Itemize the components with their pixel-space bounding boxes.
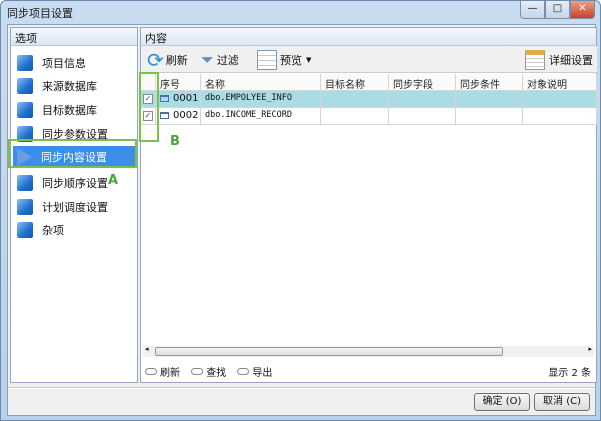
row-number: 0002: [173, 110, 199, 121]
options-panel: 选项 项目信息 来源数据库 目标数据库 同步参数设置 同步内容设置 同步顺序设置 计划调度设…: [10, 27, 138, 383]
option-label: 杂项: [42, 224, 64, 237]
row-cell: [523, 91, 597, 108]
option-item[interactable]: 同步顺序设置: [17, 172, 137, 194]
row-cell: [321, 108, 389, 125]
row-number-cell: 0001: [156, 91, 201, 108]
option-item[interactable]: 杂项: [17, 219, 137, 241]
scroll-right-icon[interactable]: ▸: [588, 345, 592, 353]
options-header: 选项: [11, 28, 137, 46]
annotation-label-a: A: [108, 173, 119, 188]
close-button[interactable]: ✕: [570, 1, 595, 19]
refresh-icon: ⟳: [147, 48, 164, 72]
annotation-box-a: [8, 139, 137, 168]
option-label: 来源数据库: [42, 80, 97, 93]
option-item[interactable]: 来源数据库: [17, 75, 137, 97]
option-item[interactable]: 计划调度设置: [17, 196, 137, 218]
annotation-label-b: B: [170, 134, 180, 149]
column-header: 同步字段: [389, 74, 456, 91]
content-panel: 内容 ⟳ 刷新 ⏷ 过滤 预览 ▼ 详细设置 序号 名称 目标名称 同步字段 同步条件对…: [140, 27, 597, 383]
detail-settings-icon: [525, 50, 545, 70]
filter-button[interactable]: ⏷ 过滤: [201, 49, 239, 71]
column-header: 对象说明: [523, 74, 597, 91]
footer-refresh-link[interactable]: 刷新: [145, 364, 180, 379]
dialog-window: 同步项目设置 — □ ✕ 选项 项目信息 来源数据库 目标数据库 同步参数设置 同步内容…: [0, 0, 601, 421]
row-cell: [523, 108, 597, 125]
row-name: dbo.INCOME_RECORD: [201, 108, 321, 125]
option-item[interactable]: 目标数据库: [17, 99, 137, 121]
option-item[interactable]: 项目信息: [17, 52, 137, 74]
column-header: 目标名称: [321, 74, 389, 91]
dialog-body: 选项 项目信息 来源数据库 目标数据库 同步参数设置 同步内容设置 同步顺序设置 计划调度设…: [7, 24, 597, 416]
preview-button[interactable]: 预览 ▼: [257, 49, 311, 71]
preview-icon: [257, 50, 277, 70]
option-label: 项目信息: [42, 57, 86, 70]
cancel-button[interactable]: 取消 (C): [534, 393, 590, 411]
row-cell: [389, 91, 456, 108]
window-title: 同步项目设置: [7, 7, 73, 20]
option-icon: [17, 102, 33, 118]
option-label: 计划调度设置: [42, 201, 108, 214]
scrollbar-thumb[interactable]: [155, 347, 503, 356]
column-header: 名称: [201, 74, 321, 91]
minimize-button[interactable]: —: [520, 1, 545, 19]
toolbar: ⟳ 刷新 ⏷ 过滤 预览 ▼ 详细设置: [141, 46, 597, 73]
option-label: 同步顺序设置: [42, 177, 108, 190]
table-icon: [160, 111, 169, 119]
content-footer: 刷新 查找 导出 显示 2 条: [145, 364, 593, 379]
row-cell: [456, 91, 523, 108]
divider: [8, 387, 595, 389]
option-label: 目标数据库: [42, 104, 97, 117]
filter-icon: ⏷: [201, 50, 214, 69]
dropdown-arrow-icon: ▼: [306, 56, 312, 64]
row-number: 0001: [173, 93, 199, 104]
ok-button[interactable]: 确定 (O): [474, 393, 530, 411]
option-icon: [17, 55, 33, 71]
footer-find-link[interactable]: 查找: [191, 364, 226, 379]
refresh-button[interactable]: ⟳ 刷新: [147, 48, 188, 72]
record-count: 显示 2 条: [548, 368, 591, 379]
row-name: dbo.EMPOLYEE_INFO: [201, 91, 321, 108]
option-icon: [17, 199, 33, 215]
column-header: 序号: [156, 74, 201, 91]
footer-export-link[interactable]: 导出: [237, 364, 272, 379]
row-cell: [456, 108, 523, 125]
table-icon: [160, 94, 169, 102]
annotation-box-b: [139, 72, 159, 142]
column-header: 同步条件: [456, 74, 523, 91]
row-number-cell: 0002: [156, 108, 201, 125]
row-cell: [389, 108, 456, 125]
option-icon: [17, 78, 33, 94]
scroll-left-icon[interactable]: ◂: [145, 345, 149, 353]
horizontal-scrollbar[interactable]: ◂ ▸: [143, 345, 594, 357]
content-header: 内容: [141, 28, 596, 46]
option-icon: [17, 222, 33, 238]
option-icon: [17, 175, 33, 191]
detail-settings-button[interactable]: 详细设置: [525, 49, 593, 71]
row-cell: [321, 91, 389, 108]
maximize-button[interactable]: □: [545, 1, 570, 19]
